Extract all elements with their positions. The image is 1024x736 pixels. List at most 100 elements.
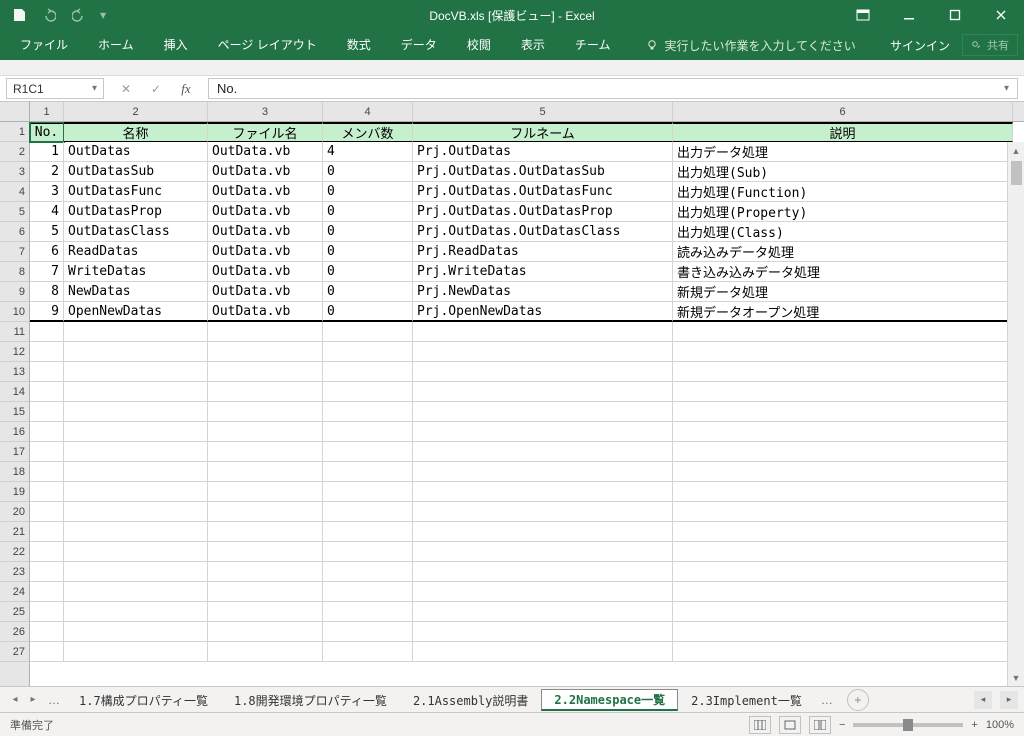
row-header[interactable]: 16: [0, 422, 29, 442]
cell[interactable]: [208, 442, 323, 462]
cell[interactable]: [64, 442, 208, 462]
new-sheet-button[interactable]: +: [847, 689, 869, 711]
row-header[interactable]: 21: [0, 522, 29, 542]
cell[interactable]: [323, 442, 413, 462]
minimize-button[interactable]: [886, 0, 932, 30]
qat-customize-icon[interactable]: ▾: [96, 3, 110, 27]
cell[interactable]: [323, 562, 413, 582]
cell[interactable]: 説明: [673, 122, 1013, 142]
vertical-scrollbar[interactable]: ▲ ▼: [1007, 142, 1024, 686]
row-header[interactable]: 14: [0, 382, 29, 402]
cell[interactable]: 0: [323, 222, 413, 242]
cell[interactable]: 7: [30, 262, 64, 282]
column-header[interactable]: 5: [413, 102, 673, 121]
maximize-button[interactable]: [932, 0, 978, 30]
cell[interactable]: [30, 442, 64, 462]
zoom-slider[interactable]: [853, 723, 963, 727]
cell[interactable]: 書き込み込みデータ処理: [673, 262, 1013, 282]
row-header[interactable]: 10: [0, 302, 29, 322]
row-header[interactable]: 24: [0, 582, 29, 602]
cell[interactable]: [30, 382, 64, 402]
ribbon-display-button[interactable]: [840, 0, 886, 30]
cell[interactable]: [208, 342, 323, 362]
cell[interactable]: [30, 502, 64, 522]
row-header[interactable]: 4: [0, 182, 29, 202]
sheet-nav-next[interactable]: ▸: [24, 690, 42, 710]
cell[interactable]: フルネーム: [413, 122, 673, 142]
column-header[interactable]: 6: [673, 102, 1013, 121]
cell[interactable]: 0: [323, 202, 413, 222]
close-button[interactable]: [978, 0, 1024, 30]
cell[interactable]: Prj.WriteDatas: [413, 262, 673, 282]
row-header[interactable]: 8: [0, 262, 29, 282]
cell[interactable]: [413, 322, 673, 342]
cell[interactable]: [323, 422, 413, 442]
cell[interactable]: OutData.vb: [208, 282, 323, 302]
cell[interactable]: [30, 642, 64, 662]
row-header[interactable]: 27: [0, 642, 29, 662]
cell[interactable]: [413, 542, 673, 562]
cell[interactable]: 0: [323, 162, 413, 182]
cell[interactable]: [323, 622, 413, 642]
cell[interactable]: [413, 442, 673, 462]
row-header[interactable]: 12: [0, 342, 29, 362]
cell[interactable]: [208, 542, 323, 562]
cell[interactable]: [413, 462, 673, 482]
cell[interactable]: No.: [30, 122, 64, 142]
cell[interactable]: [673, 462, 1013, 482]
cell[interactable]: WriteDatas: [64, 262, 208, 282]
cell[interactable]: OutData.vb: [208, 162, 323, 182]
row-header[interactable]: 5: [0, 202, 29, 222]
cell[interactable]: メンバ数: [323, 122, 413, 142]
cell[interactable]: [64, 522, 208, 542]
cell[interactable]: [323, 482, 413, 502]
horizontal-scrollbar[interactable]: ◂ ▸: [974, 691, 1018, 709]
cell[interactable]: [30, 422, 64, 442]
cell[interactable]: [323, 322, 413, 342]
redo-button[interactable]: [66, 3, 92, 27]
normal-view-button[interactable]: [749, 716, 771, 734]
cell[interactable]: [208, 482, 323, 502]
cell[interactable]: [673, 402, 1013, 422]
cell[interactable]: [413, 422, 673, 442]
cell[interactable]: [64, 622, 208, 642]
cell[interactable]: 4: [30, 202, 64, 222]
cell[interactable]: 0: [323, 282, 413, 302]
row-header[interactable]: 19: [0, 482, 29, 502]
cell[interactable]: Prj.OutDatas.OutDatasSub: [413, 162, 673, 182]
cell[interactable]: 2: [30, 162, 64, 182]
ribbon-tab[interactable]: チーム: [561, 30, 625, 60]
cell[interactable]: 1: [30, 142, 64, 162]
row-header[interactable]: 11: [0, 322, 29, 342]
row-header[interactable]: 18: [0, 462, 29, 482]
cell[interactable]: ファイル名: [208, 122, 323, 142]
cell[interactable]: [30, 542, 64, 562]
sheet-nav-more-left[interactable]: …: [42, 693, 66, 707]
cell[interactable]: [208, 522, 323, 542]
row-header[interactable]: 17: [0, 442, 29, 462]
cell[interactable]: [30, 562, 64, 582]
cell[interactable]: 9: [30, 302, 64, 322]
cell[interactable]: [208, 582, 323, 602]
cell[interactable]: [64, 642, 208, 662]
sheet-tab[interactable]: 2.1Assembly説明書: [400, 689, 541, 711]
cell[interactable]: [413, 342, 673, 362]
cell[interactable]: Prj.OutDatas.OutDatasFunc: [413, 182, 673, 202]
cell[interactable]: [673, 422, 1013, 442]
cell[interactable]: [30, 602, 64, 622]
cell[interactable]: 0: [323, 182, 413, 202]
cell[interactable]: [64, 362, 208, 382]
sheet-nav-more-right[interactable]: …: [815, 693, 839, 707]
ribbon-tab[interactable]: 数式: [333, 30, 385, 60]
tell-me-box[interactable]: 実行したい作業を入力してください: [646, 37, 855, 54]
cell[interactable]: 出力処理(Class): [673, 222, 1013, 242]
row-header[interactable]: 9: [0, 282, 29, 302]
cell[interactable]: [413, 562, 673, 582]
cell[interactable]: [673, 582, 1013, 602]
cell[interactable]: [673, 342, 1013, 362]
cell[interactable]: Prj.OutDatas.OutDatasProp: [413, 202, 673, 222]
column-header[interactable]: 2: [64, 102, 208, 121]
cell[interactable]: [673, 602, 1013, 622]
cell[interactable]: [413, 582, 673, 602]
cell[interactable]: [323, 582, 413, 602]
